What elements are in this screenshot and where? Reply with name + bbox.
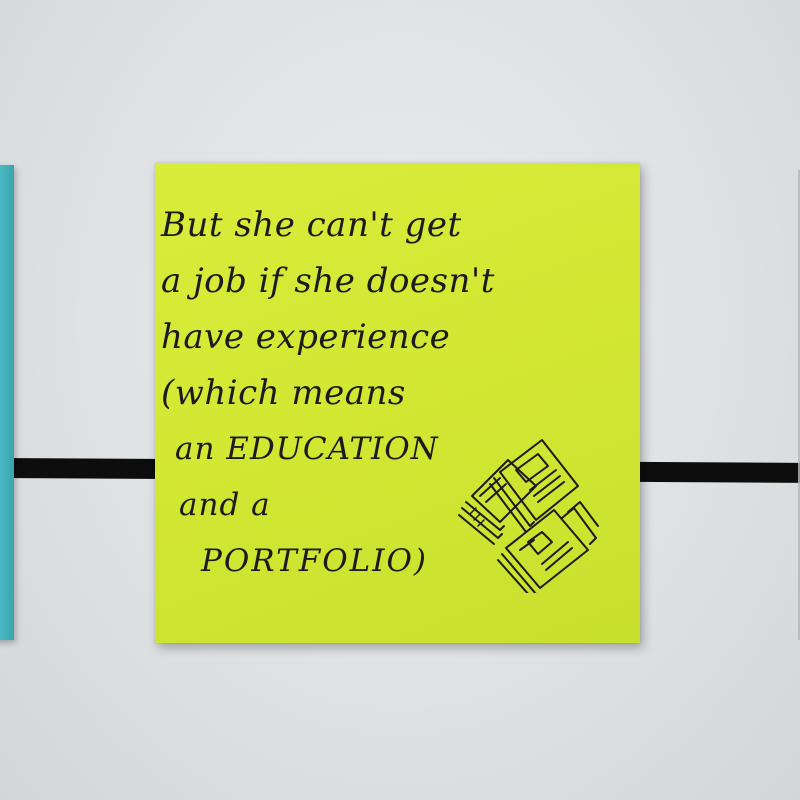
note-line-1: But she can't get <box>161 205 462 245</box>
note-line-2: a job if she doesn't <box>161 261 495 301</box>
sticky-note: But she can't get a job if she doesn't h… <box>155 163 640 643</box>
note-line-5: an EDUCATION <box>175 431 439 467</box>
note-text: But she can't get a job if she doesn't h… <box>161 197 495 589</box>
left-sticky-note <box>0 165 14 640</box>
whiteboard: But she can't get a job if she doesn't h… <box>0 0 800 800</box>
note-line-7: PORTFOLIO) <box>201 543 429 579</box>
note-line-4: (which means <box>161 373 406 413</box>
note-line-6: and a <box>179 487 271 523</box>
stacked-papers-icon <box>458 439 599 593</box>
note-line-3: have experience <box>161 317 451 357</box>
